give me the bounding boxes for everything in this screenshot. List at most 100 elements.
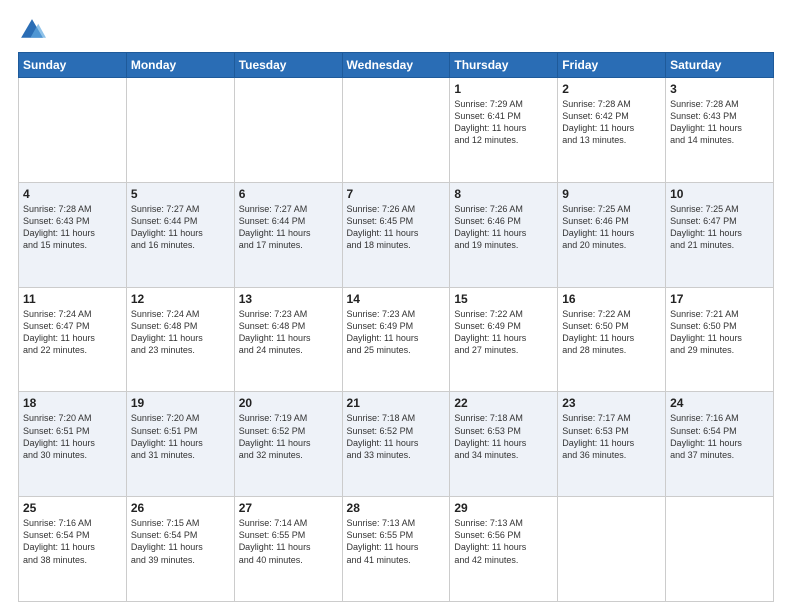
calendar-cell: 1Sunrise: 7:29 AM Sunset: 6:41 PM Daylig… xyxy=(450,78,558,183)
calendar-cell: 21 Sunrise: 7:18 AM Sunset: 6:52 PM Dayli… xyxy=(342,392,450,497)
calendar-cell: 13 Sunrise: 7:23 AM Sunset: 6:48 PM Dayli… xyxy=(234,287,342,392)
cell-day-number: 1 xyxy=(454,82,553,96)
cell-day-number: 5 xyxy=(131,187,230,201)
cell-info-text: Sunrise: 7:16 AM Sunset: 6:54 PM Dayligh… xyxy=(23,517,122,566)
cell-day-number: 7 xyxy=(347,187,446,201)
cell-day-number: 21 xyxy=(347,396,446,410)
cell-info-text: Sunrise: 7:20 AM Sunset: 6:51 PM Dayligh… xyxy=(23,412,122,461)
calendar-cell: 23Sunrise: 7:17 AM Sunset: 6:53 PM Dayli… xyxy=(558,392,666,497)
logo xyxy=(18,16,50,44)
cell-day-number: 25 xyxy=(23,501,122,515)
cell-info-text: Sunrise: 7:27 AM Sunset: 6:44 PM Dayligh… xyxy=(131,203,230,252)
day-header-friday: Friday xyxy=(558,53,666,78)
cell-day-number: 26 xyxy=(131,501,230,515)
day-header-monday: Monday xyxy=(126,53,234,78)
calendar-cell: 7 Sunrise: 7:26 AM Sunset: 6:45 PM Daylig… xyxy=(342,182,450,287)
cell-day-number: 11 xyxy=(23,292,122,306)
cell-day-number: 16 xyxy=(562,292,661,306)
calendar-cell: 4 Sunrise: 7:28 AM Sunset: 6:43 PM Daylig… xyxy=(19,182,127,287)
cell-info-text: Sunrise: 7:24 AM Sunset: 6:47 PM Dayligh… xyxy=(23,308,122,357)
cell-info-text: Sunrise: 7:13 AM Sunset: 6:55 PM Dayligh… xyxy=(347,517,446,566)
day-header-thursday: Thursday xyxy=(450,53,558,78)
cell-info-text: Sunrise: 7:25 AM Sunset: 6:46 PM Dayligh… xyxy=(562,203,661,252)
cell-info-text: Sunrise: 7:17 AM Sunset: 6:53 PM Dayligh… xyxy=(562,412,661,461)
cell-day-number: 17 xyxy=(670,292,769,306)
cell-info-text: Sunrise: 7:22 AM Sunset: 6:49 PM Dayligh… xyxy=(454,308,553,357)
day-header-saturday: Saturday xyxy=(666,53,774,78)
calendar-cell: 28 Sunrise: 7:13 AM Sunset: 6:55 PM Dayli… xyxy=(342,497,450,602)
calendar-cell xyxy=(19,78,127,183)
cell-day-number: 10 xyxy=(670,187,769,201)
header xyxy=(18,16,774,44)
week-row-5: 25 Sunrise: 7:16 AM Sunset: 6:54 PM Dayli… xyxy=(19,497,774,602)
calendar-cell: 20 Sunrise: 7:19 AM Sunset: 6:52 PM Dayli… xyxy=(234,392,342,497)
calendar-cell: 29 Sunrise: 7:13 AM Sunset: 6:56 PM Dayli… xyxy=(450,497,558,602)
calendar-cell: 12Sunrise: 7:24 AM Sunset: 6:48 PM Dayli… xyxy=(126,287,234,392)
calendar-cell: 25 Sunrise: 7:16 AM Sunset: 6:54 PM Dayli… xyxy=(19,497,127,602)
cell-day-number: 9 xyxy=(562,187,661,201)
cell-day-number: 13 xyxy=(239,292,338,306)
header-row: SundayMondayTuesdayWednesdayThursdayFrid… xyxy=(19,53,774,78)
day-header-wednesday: Wednesday xyxy=(342,53,450,78)
cell-info-text: Sunrise: 7:21 AM Sunset: 6:50 PM Dayligh… xyxy=(670,308,769,357)
calendar-cell: 9 Sunrise: 7:25 AM Sunset: 6:46 PM Daylig… xyxy=(558,182,666,287)
calendar-cell: 17 Sunrise: 7:21 AM Sunset: 6:50 PM Dayli… xyxy=(666,287,774,392)
week-row-2: 4 Sunrise: 7:28 AM Sunset: 6:43 PM Daylig… xyxy=(19,182,774,287)
calendar-cell: 11 Sunrise: 7:24 AM Sunset: 6:47 PM Dayli… xyxy=(19,287,127,392)
calendar-table: SundayMondayTuesdayWednesdayThursdayFrid… xyxy=(18,52,774,602)
cell-info-text: Sunrise: 7:28 AM Sunset: 6:43 PM Dayligh… xyxy=(23,203,122,252)
cell-info-text: Sunrise: 7:19 AM Sunset: 6:52 PM Dayligh… xyxy=(239,412,338,461)
week-row-4: 18 Sunrise: 7:20 AM Sunset: 6:51 PM Dayli… xyxy=(19,392,774,497)
cell-info-text: Sunrise: 7:28 AM Sunset: 6:42 PM Dayligh… xyxy=(562,98,661,147)
cell-day-number: 4 xyxy=(23,187,122,201)
cell-info-text: Sunrise: 7:15 AM Sunset: 6:54 PM Dayligh… xyxy=(131,517,230,566)
cell-info-text: Sunrise: 7:24 AM Sunset: 6:48 PM Dayligh… xyxy=(131,308,230,357)
cell-day-number: 2 xyxy=(562,82,661,96)
cell-day-number: 20 xyxy=(239,396,338,410)
calendar-cell: 27 Sunrise: 7:14 AM Sunset: 6:55 PM Dayli… xyxy=(234,497,342,602)
calendar-cell: 2 Sunrise: 7:28 AM Sunset: 6:42 PM Daylig… xyxy=(558,78,666,183)
day-header-sunday: Sunday xyxy=(19,53,127,78)
cell-day-number: 27 xyxy=(239,501,338,515)
calendar-cell: 18 Sunrise: 7:20 AM Sunset: 6:51 PM Dayli… xyxy=(19,392,127,497)
cell-info-text: Sunrise: 7:26 AM Sunset: 6:45 PM Dayligh… xyxy=(347,203,446,252)
calendar-cell xyxy=(126,78,234,183)
calendar-cell xyxy=(234,78,342,183)
calendar-cell: 5 Sunrise: 7:27 AM Sunset: 6:44 PM Daylig… xyxy=(126,182,234,287)
cell-info-text: Sunrise: 7:16 AM Sunset: 6:54 PM Dayligh… xyxy=(670,412,769,461)
cell-day-number: 22 xyxy=(454,396,553,410)
calendar-cell: 26 Sunrise: 7:15 AM Sunset: 6:54 PM Dayli… xyxy=(126,497,234,602)
cell-info-text: Sunrise: 7:23 AM Sunset: 6:48 PM Dayligh… xyxy=(239,308,338,357)
calendar-cell: 22 Sunrise: 7:18 AM Sunset: 6:53 PM Dayli… xyxy=(450,392,558,497)
calendar-cell: 15 Sunrise: 7:22 AM Sunset: 6:49 PM Dayli… xyxy=(450,287,558,392)
calendar-cell xyxy=(558,497,666,602)
day-header-tuesday: Tuesday xyxy=(234,53,342,78)
cell-info-text: Sunrise: 7:13 AM Sunset: 6:56 PM Dayligh… xyxy=(454,517,553,566)
calendar-cell xyxy=(666,497,774,602)
cell-day-number: 18 xyxy=(23,396,122,410)
cell-day-number: 8 xyxy=(454,187,553,201)
cell-info-text: Sunrise: 7:18 AM Sunset: 6:53 PM Dayligh… xyxy=(454,412,553,461)
calendar-cell: 10 Sunrise: 7:25 AM Sunset: 6:47 PM Dayli… xyxy=(666,182,774,287)
cell-day-number: 29 xyxy=(454,501,553,515)
week-row-1: 1Sunrise: 7:29 AM Sunset: 6:41 PM Daylig… xyxy=(19,78,774,183)
cell-info-text: Sunrise: 7:18 AM Sunset: 6:52 PM Dayligh… xyxy=(347,412,446,461)
cell-info-text: Sunrise: 7:27 AM Sunset: 6:44 PM Dayligh… xyxy=(239,203,338,252)
calendar-cell: 24Sunrise: 7:16 AM Sunset: 6:54 PM Dayli… xyxy=(666,392,774,497)
cell-info-text: Sunrise: 7:20 AM Sunset: 6:51 PM Dayligh… xyxy=(131,412,230,461)
calendar-cell xyxy=(342,78,450,183)
calendar-cell: 16 Sunrise: 7:22 AM Sunset: 6:50 PM Dayli… xyxy=(558,287,666,392)
cell-day-number: 28 xyxy=(347,501,446,515)
logo-icon xyxy=(18,16,46,44)
calendar-cell: 8 Sunrise: 7:26 AM Sunset: 6:46 PM Daylig… xyxy=(450,182,558,287)
cell-info-text: Sunrise: 7:14 AM Sunset: 6:55 PM Dayligh… xyxy=(239,517,338,566)
cell-info-text: Sunrise: 7:25 AM Sunset: 6:47 PM Dayligh… xyxy=(670,203,769,252)
cell-info-text: Sunrise: 7:26 AM Sunset: 6:46 PM Dayligh… xyxy=(454,203,553,252)
calendar-cell: 19 Sunrise: 7:20 AM Sunset: 6:51 PM Dayli… xyxy=(126,392,234,497)
cell-day-number: 19 xyxy=(131,396,230,410)
calendar-cell: 6Sunrise: 7:27 AM Sunset: 6:44 PM Daylig… xyxy=(234,182,342,287)
cell-info-text: Sunrise: 7:28 AM Sunset: 6:43 PM Dayligh… xyxy=(670,98,769,147)
cell-day-number: 15 xyxy=(454,292,553,306)
cell-day-number: 14 xyxy=(347,292,446,306)
cell-info-text: Sunrise: 7:22 AM Sunset: 6:50 PM Dayligh… xyxy=(562,308,661,357)
